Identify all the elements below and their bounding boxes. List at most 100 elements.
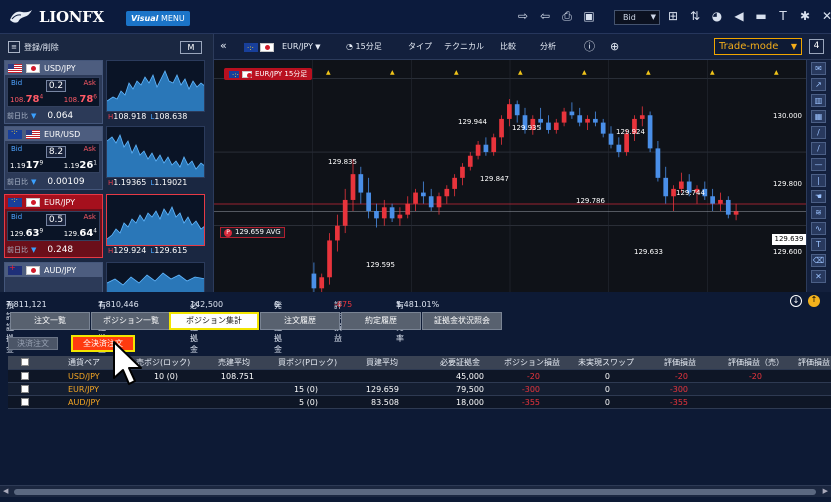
ask-price[interactable]: 1.19261: [64, 160, 97, 171]
grid-icon[interactable]: ▦: [811, 110, 826, 123]
scroll-up-icon[interactable]: ↑: [808, 295, 820, 307]
fib-icon[interactable]: ≋: [811, 206, 826, 219]
register-delete-label[interactable]: 登録/削除: [24, 42, 59, 53]
trash-icon[interactable]: ✕: [811, 270, 826, 283]
rate-card-eurusd[interactable]: EUR/USD Bid Ask 8.2 1.19179 1.19261 前日比 …: [4, 126, 208, 192]
rate-card-box: EUR/JPY Bid Ask 0.5 129.639 129.644 前日比 …: [4, 194, 103, 258]
ask-prefix: 129.: [63, 230, 80, 238]
horizontal-scrollbar[interactable]: ◀ ▶: [0, 485, 831, 497]
cell-eval-sell: [722, 396, 762, 409]
jp-flag-icon: [26, 265, 40, 275]
tab-order-list[interactable]: 注文一覧: [10, 312, 90, 330]
timeframe-button[interactable]: ◔ 15分足: [346, 40, 382, 54]
crosshair-icon[interactable]: ⊕: [610, 40, 619, 54]
analysis-button[interactable]: 分析: [540, 40, 556, 54]
line-icon[interactable]: /: [811, 142, 826, 155]
technical-button[interactable]: テクニカル: [444, 40, 484, 54]
speed-order-icon[interactable]: ⇅: [688, 10, 702, 23]
ask-price[interactable]: 129.644: [64, 228, 97, 239]
scroll-left-icon[interactable]: ◀: [3, 487, 8, 495]
row-checkbox[interactable]: [18, 383, 32, 396]
print-icon[interactable]: ⎙: [560, 10, 574, 23]
change-row: 前日比 ▼ 0.00109: [7, 177, 85, 187]
vline-icon[interactable]: |: [811, 174, 826, 187]
scroll-down-icon[interactable]: ↓: [790, 295, 802, 307]
col-header[interactable]: 必要証拠金: [440, 356, 480, 369]
rate-card-eurjpy[interactable]: EUR/JPY Bid Ask 0.5 129.639 129.644 前日比 …: [4, 194, 208, 260]
cell-eval-buy: [788, 396, 824, 409]
flag-icon[interactable]: ▬: [754, 10, 768, 23]
col-header[interactable]: 評価損益（買）: [798, 356, 831, 369]
col-header[interactable]: 評価損益（売）: [728, 356, 784, 369]
gear-icon[interactable]: ✱: [798, 10, 812, 23]
eraser-icon[interactable]: ⌫: [811, 254, 826, 267]
close-icon[interactable]: ✕: [820, 10, 831, 23]
chart-icon[interactable]: ▥: [811, 94, 826, 107]
candle-body: [428, 196, 434, 208]
export-icon[interactable]: ⇨: [516, 10, 530, 23]
save-icon[interactable]: ▣: [582, 10, 596, 23]
hand-icon[interactable]: ☚: [811, 190, 826, 203]
tab-position-summary[interactable]: ポジション集計: [169, 312, 259, 330]
tab-execution-history[interactable]: 約定履歴: [341, 312, 421, 330]
trade-mode-select[interactable]: Trade-mode ▼: [714, 38, 802, 55]
tab-margin-status[interactable]: 証拠金状況照会: [422, 312, 502, 330]
candlestick-chart[interactable]: ▲ ▲ ▲ ▲ ▲ ▲ ▲ ▲ EUR/JPY 15分足 P129.659 AVG 129.9…: [214, 60, 806, 292]
pair-selector[interactable]: EUR/JPY ▼: [244, 40, 320, 55]
wave-icon[interactable]: ∿: [811, 222, 826, 235]
rate-card-audjpy[interactable]: AUD/JPY: [4, 262, 208, 292]
compare-button[interactable]: 比較: [500, 40, 516, 54]
paint-icon[interactable]: T: [776, 10, 790, 23]
cell-swap: 0: [604, 385, 610, 394]
hline-icon[interactable]: —: [811, 158, 826, 171]
mail-icon[interactable]: ✉: [811, 62, 826, 75]
candle-body: [561, 111, 567, 123]
bid-price[interactable]: 108.784: [10, 94, 43, 105]
select-all-checkbox[interactable]: [18, 356, 32, 369]
pie-chart-icon[interactable]: ◕: [710, 10, 724, 23]
col-header[interactable]: 買ポジ(Pロック): [278, 356, 337, 369]
rate-board-icon[interactable]: ⊞: [666, 10, 680, 23]
peak-label: 129.935: [512, 124, 541, 132]
chart-pair-tag: EUR/JPY 15分足: [224, 68, 313, 81]
line-icon[interactable]: /: [811, 126, 826, 139]
settle-order-button[interactable]: 決済注文: [8, 337, 58, 350]
chart-type-button[interactable]: タイプ: [408, 40, 432, 54]
col-header[interactable]: 通貨ペア: [68, 356, 100, 369]
bid-price[interactable]: 129.639: [10, 228, 43, 239]
ask-price[interactable]: 108.786: [64, 94, 97, 105]
announce-icon[interactable]: ◀: [732, 10, 746, 23]
collapse-left-icon[interactable]: «: [220, 40, 227, 52]
col-header[interactable]: 売建平均: [218, 356, 250, 369]
candle-body: [577, 115, 583, 123]
table-row[interactable]: AUD/JPY 5 (0) 83.508 18,000 -355 0 -355: [8, 396, 831, 409]
layout-count-button[interactable]: 4: [809, 39, 824, 54]
scrollbar-thumb[interactable]: [14, 489, 816, 495]
bid-ask-select[interactable]: Bid ▼: [614, 10, 660, 25]
list-icon[interactable]: ≡: [8, 41, 20, 53]
import-icon[interactable]: ⇦: [538, 10, 552, 23]
col-header[interactable]: 買建平均: [366, 356, 398, 369]
pair-name: EUR/JPY: [44, 197, 76, 207]
tab-order-history[interactable]: 注文履歴: [260, 312, 340, 330]
mode-m-button[interactable]: M: [180, 41, 202, 54]
down-arrow-icon: ▼: [31, 178, 37, 186]
col-header[interactable]: 評価損益: [664, 356, 696, 369]
visual-menu-button[interactable]: Visual MENU: [126, 11, 190, 26]
trend-icon[interactable]: ↗: [811, 78, 826, 91]
row-checkbox[interactable]: [18, 396, 32, 409]
info-icon[interactable]: ⓘ: [584, 40, 595, 54]
col-header[interactable]: 未実現スワップ: [578, 356, 634, 369]
col-header[interactable]: ポジション損益: [504, 356, 560, 369]
text-icon[interactable]: T: [811, 238, 826, 251]
rate-card-usdjpy[interactable]: USD/JPY Bid Ask 0.2 108.784 108.786 前日比 …: [4, 60, 208, 126]
candle-body: [421, 192, 426, 197]
cell-buy-pos: 5 (0): [299, 398, 318, 407]
scroll-right-icon[interactable]: ▶: [823, 487, 828, 495]
tab-position-list[interactable]: ポジション一覧: [91, 312, 171, 330]
bid-price[interactable]: 1.19179: [10, 160, 43, 171]
cell-eval-buy: [788, 370, 824, 383]
bid-sup: 9: [39, 160, 44, 167]
row-checkbox[interactable]: [18, 370, 32, 383]
cell-eval: -300: [669, 385, 688, 394]
